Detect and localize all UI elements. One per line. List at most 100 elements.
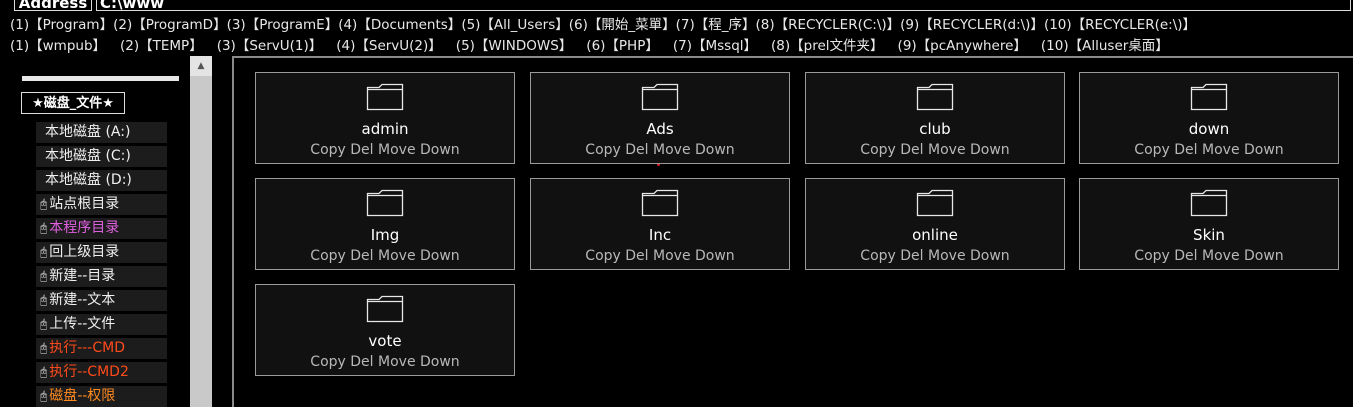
- quick-link[interactable]: (1)【wmpub】: [10, 38, 106, 54]
- folder-icon[interactable]: [641, 83, 679, 111]
- folder-action-move-link[interactable]: Move: [928, 248, 966, 264]
- sidebar-action-item[interactable]: 🖰 本程序目录: [36, 218, 167, 239]
- folder-action-down-link[interactable]: Down: [420, 142, 460, 158]
- folder-card[interactable]: Inc Copy Del Move Down: [530, 178, 790, 270]
- folder-action-del-link[interactable]: Del: [625, 142, 648, 158]
- sidebar-action-item[interactable]: 🖰 上传--文件: [36, 314, 167, 335]
- folder-card[interactable]: Ads Copy Del Move Down: [530, 72, 790, 164]
- quick-link[interactable]: (10)【RECYCLER(e:\)】: [1044, 17, 1196, 33]
- folder-action-del-link[interactable]: Del: [350, 142, 373, 158]
- quick-link[interactable]: (8)【RECYCLER(C:\)】: [755, 17, 900, 33]
- folder-name[interactable]: club: [806, 120, 1064, 138]
- folder-action-copy-link[interactable]: Copy: [310, 142, 346, 158]
- folder-action-move-link[interactable]: Move: [378, 142, 416, 158]
- folder-card[interactable]: Img Copy Del Move Down: [255, 178, 515, 270]
- folder-action-del-link[interactable]: Del: [900, 248, 923, 264]
- folder-icon[interactable]: [366, 295, 404, 323]
- folder-action-copy-link[interactable]: Copy: [1134, 248, 1170, 264]
- folder-grid: admin Copy Del Move Down Ads Copy Del Move …: [232, 56, 1353, 407]
- folder-action-down-link[interactable]: Down: [420, 248, 460, 264]
- quick-link[interactable]: (9)【RECYCLER(d:\)】: [900, 17, 1044, 33]
- folder-card[interactable]: vote Copy Del Move Down: [255, 284, 515, 376]
- sidebar-action-item[interactable]: 🖰 新建--文本: [36, 290, 167, 311]
- folder-card[interactable]: Skin Copy Del Move Down: [1079, 178, 1339, 270]
- folder-icon[interactable]: [916, 83, 954, 111]
- quick-link[interactable]: (6)【開始_菜單】: [569, 17, 676, 33]
- folder-action-copy-link[interactable]: Copy: [585, 248, 621, 264]
- folder-name[interactable]: online: [806, 226, 1064, 244]
- folder-card[interactable]: down Copy Del Move Down: [1079, 72, 1339, 164]
- folder-action-del-link[interactable]: Del: [350, 248, 373, 264]
- folder-name[interactable]: Ads: [531, 120, 789, 138]
- folder-action-down-link[interactable]: Down: [695, 248, 735, 264]
- quick-link[interactable]: (2)【ProgramD】: [113, 17, 226, 33]
- quick-link[interactable]: (6)【PHP】: [586, 38, 659, 54]
- quick-link[interactable]: (5)【All_Users】: [461, 17, 568, 33]
- folder-name[interactable]: admin: [256, 120, 514, 138]
- folder-action-down-link[interactable]: Down: [420, 354, 460, 370]
- folder-icon[interactable]: [366, 83, 404, 111]
- folder-action-move-link[interactable]: Move: [928, 142, 966, 158]
- folder-name[interactable]: Skin: [1080, 226, 1338, 244]
- folder-icon[interactable]: [366, 189, 404, 217]
- folder-action-del-link[interactable]: Del: [1174, 142, 1197, 158]
- folder-action-move-link[interactable]: Move: [1202, 142, 1240, 158]
- folder-action-down-link[interactable]: Down: [1244, 142, 1284, 158]
- sidebar-action-item[interactable]: 🖰 新建--目录: [36, 266, 167, 287]
- folder-action-copy-link[interactable]: Copy: [860, 248, 896, 264]
- folder-action-del-link[interactable]: Del: [1174, 248, 1197, 264]
- folder-action-del-link[interactable]: Del: [350, 354, 373, 370]
- folder-card[interactable]: club Copy Del Move Down: [805, 72, 1065, 164]
- sidebar-action-item[interactable]: 🖰 执行--CMD2: [36, 362, 167, 383]
- quick-link[interactable]: (5)【WINDOWS】: [456, 38, 573, 54]
- folder-icon[interactable]: [1190, 83, 1228, 111]
- quick-link[interactable]: (1)【Program】: [10, 17, 113, 33]
- folder-actions: Copy Del Move Down: [256, 247, 514, 265]
- folder-action-move-link[interactable]: Move: [653, 248, 691, 264]
- sidebar-action-item[interactable]: 🖰 回上级目录: [36, 242, 167, 263]
- folder-action-del-link[interactable]: Del: [625, 248, 648, 264]
- folder-name[interactable]: Inc: [531, 226, 789, 244]
- folder-action-copy-link[interactable]: Copy: [585, 142, 621, 158]
- quick-link[interactable]: (10)【Alluser桌面】: [1041, 38, 1169, 54]
- folder-action-copy-link[interactable]: Copy: [310, 248, 346, 264]
- folder-action-down-link[interactable]: Down: [695, 142, 735, 158]
- folder-action-down-link[interactable]: Down: [1244, 248, 1284, 264]
- sidebar-action-item[interactable]: 🖰 执行---CMD: [36, 338, 167, 359]
- quick-link[interactable]: (2)【TEMP】: [120, 38, 203, 54]
- folder-action-copy-link[interactable]: Copy: [1134, 142, 1170, 158]
- folder-name[interactable]: down: [1080, 120, 1338, 138]
- scroll-up-arrow-icon[interactable]: ▲: [190, 56, 212, 76]
- folder-action-move-link[interactable]: Move: [378, 354, 416, 370]
- sidebar-action-item[interactable]: 🖰 磁盘--权限: [36, 386, 167, 407]
- folder-icon[interactable]: [1190, 189, 1228, 217]
- quick-link[interactable]: (8)【prel文件夹】: [771, 38, 884, 54]
- folder-action-down-link[interactable]: Down: [970, 142, 1010, 158]
- folder-action-move-link[interactable]: Move: [378, 248, 416, 264]
- folder-action-down-link[interactable]: Down: [970, 248, 1010, 264]
- quick-link[interactable]: (3)【ProgramE】: [227, 17, 339, 33]
- folder-action-del-link[interactable]: Del: [900, 142, 923, 158]
- folder-action-move-link[interactable]: Move: [653, 142, 691, 158]
- address-input[interactable]: C:\www: [96, 0, 1351, 12]
- quick-link[interactable]: (7)【Mssql】: [673, 38, 757, 54]
- folder-card[interactable]: online Copy Del Move Down: [805, 178, 1065, 270]
- disk-item[interactable]: 本地磁盘 (A:): [36, 122, 167, 143]
- sidebar-scrollbar[interactable]: ▲: [190, 56, 212, 407]
- disk-item[interactable]: 本地磁盘 (D:): [36, 170, 167, 191]
- quick-link[interactable]: (9)【pcAnywhere】: [898, 38, 1027, 54]
- quick-link[interactable]: (3)【ServU(1)】: [217, 38, 323, 54]
- folder-action-copy-link[interactable]: Copy: [860, 142, 896, 158]
- folder-action-copy-link[interactable]: Copy: [310, 354, 346, 370]
- folder-name[interactable]: vote: [256, 332, 514, 350]
- folder-action-move-link[interactable]: Move: [1202, 248, 1240, 264]
- folder-card[interactable]: admin Copy Del Move Down: [255, 72, 515, 164]
- quick-link[interactable]: (4)【Documents】: [338, 17, 461, 33]
- sidebar-action-item[interactable]: 🖰 站点根目录: [36, 194, 167, 215]
- quick-link[interactable]: (7)【程_序】: [676, 17, 756, 33]
- quick-link[interactable]: (4)【ServU(2)】: [336, 38, 442, 54]
- folder-icon[interactable]: [916, 189, 954, 217]
- folder-name[interactable]: Img: [256, 226, 514, 244]
- folder-icon[interactable]: [641, 189, 679, 217]
- disk-item[interactable]: 本地磁盘 (C:): [36, 146, 167, 167]
